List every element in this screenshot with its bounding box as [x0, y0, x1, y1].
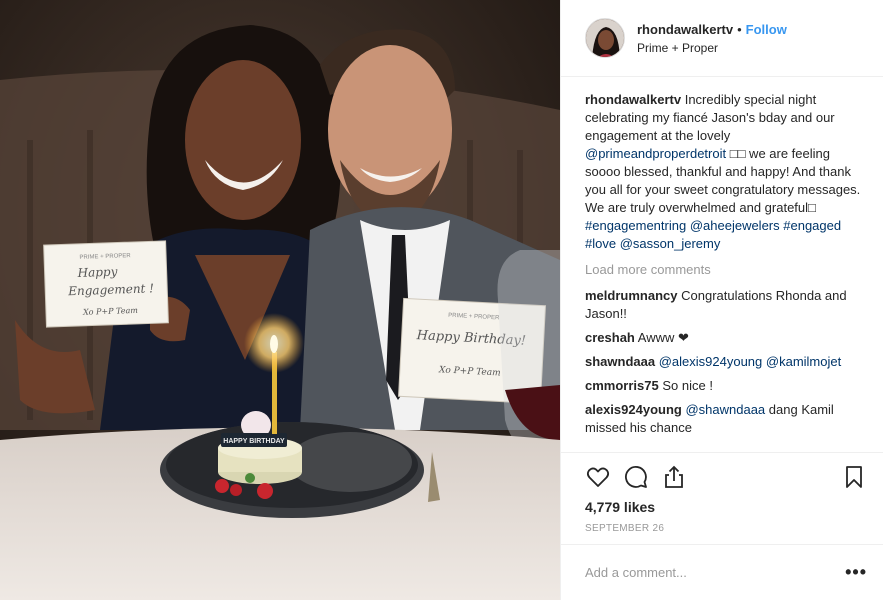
comment-mention[interactable]: @shawndaaa	[685, 402, 765, 417]
comment-item: shawndaaa @alexis924young @kamilmojet	[585, 353, 867, 371]
add-comment-bar: •••	[561, 544, 883, 600]
engagement-card-line1: Happy	[76, 265, 117, 280]
comments-list[interactable]: rhondawalkertv Incredibly special night …	[561, 77, 883, 452]
bookmark-icon[interactable]	[841, 464, 867, 490]
comment-mention[interactable]: @kamilmojet	[766, 354, 841, 369]
comment-username[interactable]: meldrumnancy	[585, 288, 677, 303]
caption-hashtag-love[interactable]: #love	[585, 236, 616, 251]
comment-username[interactable]: creshah	[585, 330, 635, 345]
caption-mention-3[interactable]: @sasson_jeremy	[620, 236, 721, 251]
caption-username[interactable]: rhondawalkertv	[585, 92, 681, 107]
post-date[interactable]: SEPTEMBER 26	[585, 523, 867, 534]
post-header: rhondawalkertv • Follow Prime + Proper	[561, 0, 883, 77]
comment-text: Awww ❤	[637, 330, 689, 345]
caption-hashtag-engagementring[interactable]: #engagementring	[585, 218, 686, 233]
comment-item: creshah Awww ❤	[585, 329, 867, 347]
follow-button[interactable]: Follow	[746, 22, 787, 37]
comment-item: cmmorris75 So nice !	[585, 377, 867, 395]
comment-mention[interactable]: @alexis924young	[659, 354, 763, 369]
likes-count[interactable]: 4,779 likes	[585, 499, 867, 515]
post-actions: 4,779 likes SEPTEMBER 26	[561, 452, 883, 544]
comment-username[interactable]: alexis924young	[585, 402, 682, 417]
load-more-comments-button[interactable]: Load more comments	[585, 261, 867, 279]
engagement-card: PRIME + PROPER Happy Engagement ! Xo P+P…	[43, 240, 169, 328]
action-icons	[585, 461, 867, 493]
post-photo[interactable]: PRIME + PROPER Happy Engagement ! Xo P+P…	[0, 0, 560, 600]
header-username[interactable]: rhondawalkertv	[637, 22, 733, 37]
caption-mention-2[interactable]: @aheejewelers	[690, 218, 780, 233]
avatar-image	[586, 19, 624, 57]
post-photo-illustration: PRIME + PROPER Happy Engagement ! Xo P+P…	[0, 0, 560, 600]
share-icon[interactable]	[661, 464, 687, 490]
more-options-icon[interactable]: •••	[845, 562, 867, 583]
comment-item: meldrumnancy Congratulations Rhonda and …	[585, 287, 867, 323]
header-line: rhondawalkertv • Follow	[637, 22, 787, 37]
avatar[interactable]	[585, 18, 625, 58]
add-comment-input[interactable]	[585, 565, 846, 580]
post-sidebar: rhondawalkertv • Follow Prime + Proper r…	[560, 0, 883, 600]
location-link[interactable]: Prime + Proper	[637, 41, 787, 55]
cake-plaque-text: HAPPY BIRTHDAY	[223, 438, 285, 445]
comment-text: So nice !	[662, 378, 713, 393]
caption-mention-1[interactable]: @primeandproperdetroit	[585, 146, 726, 161]
comment-icon[interactable]	[623, 464, 649, 490]
caption-hashtag-engaged[interactable]: #engaged	[783, 218, 841, 233]
heart-icon[interactable]	[585, 464, 611, 490]
caption: rhondawalkertv Incredibly special night …	[585, 91, 867, 253]
comment-item: alexis924young @shawndaaa dang Kamil mis…	[585, 401, 867, 437]
instagram-post: PRIME + PROPER Happy Engagement ! Xo P+P…	[0, 0, 883, 600]
comment-username[interactable]: shawndaaa	[585, 354, 655, 369]
comment-username[interactable]: cmmorris75	[585, 378, 659, 393]
header-text: rhondawalkertv • Follow Prime + Proper	[637, 22, 787, 55]
header-separator: •	[737, 21, 742, 37]
